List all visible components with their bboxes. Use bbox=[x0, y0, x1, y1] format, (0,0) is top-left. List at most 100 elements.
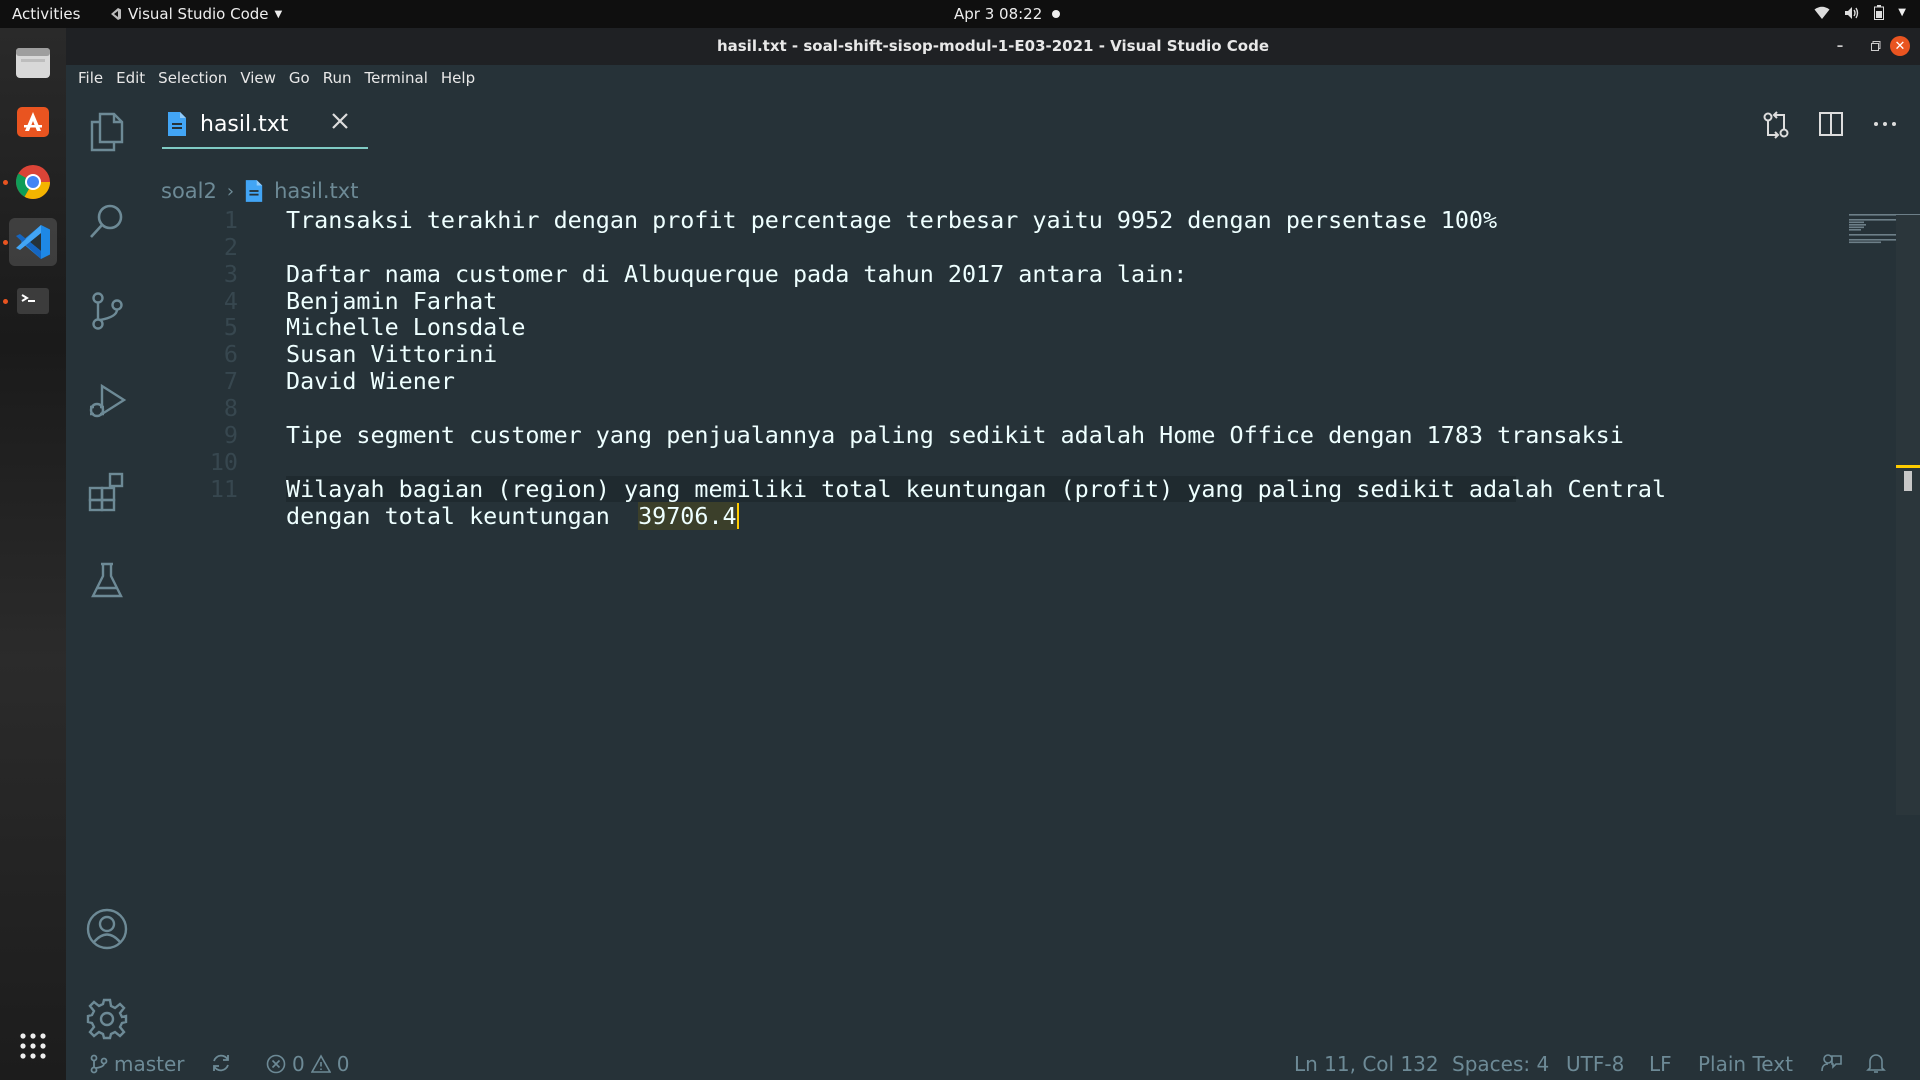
warning-icon bbox=[310, 1054, 331, 1073]
app-menu-label: Visual Studio Code bbox=[128, 5, 269, 23]
menu-run[interactable]: Run bbox=[317, 69, 359, 87]
menu-file[interactable]: File bbox=[72, 69, 110, 87]
feedback-icon bbox=[1821, 1054, 1842, 1072]
tab-label: hasil.txt bbox=[200, 111, 289, 137]
error-icon bbox=[266, 1054, 286, 1074]
volume-icon bbox=[1845, 6, 1859, 19]
line-number: 7 bbox=[223, 367, 238, 395]
line-number: 5 bbox=[223, 313, 238, 341]
system-tray[interactable]: ▼ bbox=[1814, 5, 1906, 20]
language-mode[interactable]: Plain Text bbox=[1698, 1052, 1793, 1076]
battery-icon bbox=[1874, 5, 1885, 20]
indentation[interactable]: Spaces: 4 bbox=[1452, 1052, 1549, 1076]
accounts-button[interactable] bbox=[82, 904, 132, 954]
software-center-icon[interactable] bbox=[9, 97, 57, 145]
line-number: 11 bbox=[209, 475, 238, 503]
app-menu[interactable]: Visual Studio Code ▼ bbox=[108, 5, 282, 23]
error-count: 0 bbox=[292, 1052, 305, 1076]
search-icon bbox=[90, 204, 123, 238]
end-of-line[interactable]: LF bbox=[1649, 1052, 1672, 1076]
code-line: Daftar nama customer di Albuquerque pada… bbox=[286, 260, 1188, 288]
activity-bar bbox=[66, 91, 148, 1051]
menu-bar: File Edit Selection View Go Run Terminal… bbox=[66, 65, 1920, 91]
minimize-button[interactable]: – bbox=[1830, 36, 1850, 56]
git-branch[interactable]: master bbox=[90, 1052, 185, 1076]
status-bar: master 0 0 Ln 11, Col 132 Spaces: 4 UTF-… bbox=[66, 1050, 1920, 1080]
chevron-down-icon: ▼ bbox=[274, 8, 283, 20]
files-app-icon[interactable] bbox=[9, 38, 57, 86]
close-window-button[interactable]: ✕ bbox=[1890, 36, 1910, 56]
menu-edit[interactable]: Edit bbox=[110, 69, 152, 87]
cursor-position[interactable]: Ln 11, Col 132 bbox=[1294, 1052, 1439, 1076]
source-control-button[interactable] bbox=[82, 286, 132, 336]
search-button[interactable] bbox=[82, 196, 132, 246]
text-file-icon bbox=[245, 180, 263, 202]
vscode-app-icon[interactable] bbox=[9, 218, 57, 266]
wrapped-text: dengan total keuntungan bbox=[286, 502, 639, 530]
title-bar[interactable]: hasil.txt - soal-shift-sisop-modul-1-E03… bbox=[66, 28, 1920, 65]
code-line: Transaksi terakhir dengan profit percent… bbox=[286, 206, 1498, 234]
line-number: 1 bbox=[223, 206, 238, 234]
line-number: 10 bbox=[209, 448, 238, 476]
manage-button[interactable] bbox=[82, 994, 132, 1044]
breadcrumb-folder[interactable]: soal2 bbox=[161, 179, 217, 203]
chrome-icon[interactable] bbox=[9, 158, 57, 206]
notifications-button[interactable] bbox=[1866, 1052, 1886, 1074]
more-actions-icon[interactable] bbox=[1872, 111, 1898, 137]
maximize-button[interactable] bbox=[1866, 36, 1886, 56]
sync-icon bbox=[213, 1054, 229, 1072]
extensions-button[interactable] bbox=[82, 466, 132, 516]
problems-indicator[interactable]: 0 0 bbox=[266, 1052, 349, 1076]
tab-hasil-txt[interactable]: hasil.txt bbox=[162, 101, 368, 149]
running-indicator bbox=[3, 180, 8, 185]
menu-go[interactable]: Go bbox=[283, 69, 317, 87]
encoding[interactable]: UTF-8 bbox=[1566, 1052, 1624, 1076]
files-icon bbox=[90, 112, 124, 152]
restore-icon bbox=[1871, 41, 1881, 51]
testing-button[interactable] bbox=[82, 556, 132, 606]
vertical-scrollbar[interactable] bbox=[1896, 215, 1920, 815]
text-editor[interactable]: 1 2 3 4 5 6 7 8 9 10 11 Transaksi terakh… bbox=[148, 206, 1888, 1054]
text-file-icon bbox=[168, 112, 186, 136]
window-title: hasil.txt - soal-shift-sisop-modul-1-E03… bbox=[716, 37, 1270, 55]
line-number: 4 bbox=[223, 287, 238, 315]
extensions-icon bbox=[88, 472, 124, 512]
branch-name: master bbox=[114, 1052, 185, 1076]
source-control-icon bbox=[92, 292, 123, 330]
running-indicator bbox=[3, 299, 8, 304]
run-debug-button[interactable] bbox=[82, 376, 132, 426]
close-tab-icon[interactable] bbox=[330, 111, 350, 131]
selection-highlight: 39706.4 bbox=[638, 502, 737, 530]
code-line: Wilayah bagian (region) yang memiliki to… bbox=[286, 475, 1667, 503]
menu-terminal[interactable]: Terminal bbox=[359, 69, 435, 87]
account-icon bbox=[86, 908, 128, 950]
show-applications-icon[interactable] bbox=[9, 1022, 57, 1070]
clock-label: Apr 3 08:22 bbox=[954, 5, 1043, 23]
warning-count: 0 bbox=[336, 1052, 350, 1076]
running-indicator bbox=[3, 240, 8, 245]
menu-selection[interactable]: Selection bbox=[152, 69, 234, 87]
split-editor-icon[interactable] bbox=[1818, 111, 1844, 137]
clock[interactable]: Apr 3 08:22 bbox=[954, 5, 1061, 23]
menu-view[interactable]: View bbox=[234, 69, 283, 87]
chevron-down-icon: ▼ bbox=[1898, 7, 1906, 18]
notification-dot bbox=[1052, 10, 1061, 18]
open-changes-icon[interactable] bbox=[1762, 111, 1790, 139]
menu-help[interactable]: Help bbox=[435, 69, 482, 87]
feedback-button[interactable] bbox=[1820, 1052, 1842, 1074]
line-number: 8 bbox=[223, 394, 238, 422]
activities-button[interactable]: Activities bbox=[12, 5, 80, 23]
code-line-wrapped: dengan total keuntungan 39706.4 bbox=[286, 502, 739, 530]
breadcrumb: soal2 › hasil.txt bbox=[161, 179, 358, 203]
chevron-right-icon: › bbox=[226, 180, 235, 202]
run-debug-icon bbox=[89, 383, 127, 418]
breadcrumb-file[interactable]: hasil.txt bbox=[274, 179, 358, 203]
terminal-app-icon[interactable] bbox=[9, 277, 57, 325]
text-cursor bbox=[736, 503, 739, 529]
gear-icon bbox=[86, 998, 128, 1040]
explorer-button[interactable] bbox=[82, 106, 132, 156]
code-line: Michelle Lonsdale bbox=[286, 313, 526, 341]
sync-button[interactable] bbox=[210, 1052, 232, 1074]
scrollbar-thumb[interactable] bbox=[1904, 471, 1912, 491]
editor-tab-bar: hasil.txt bbox=[148, 91, 1920, 177]
